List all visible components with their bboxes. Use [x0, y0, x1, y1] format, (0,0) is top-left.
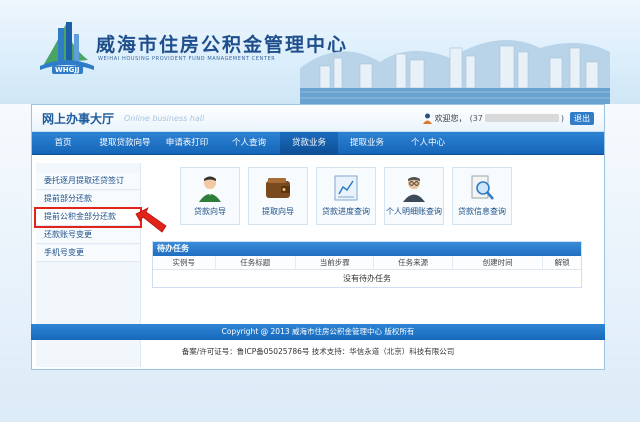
column-header: 实例号	[153, 256, 216, 269]
column-header: 任务来源	[374, 256, 453, 269]
nav-withdraw-business[interactable]: 提取业务	[338, 132, 396, 154]
sidebar-item-monthly-withdraw[interactable]: 委托逐月提取还贷签订	[36, 173, 140, 190]
site-english-title: WEIHAI HOUSING PROVIDENT FUND MANAGEMENT…	[98, 56, 276, 62]
column-header: 解锁	[554, 258, 570, 267]
user-area: 欢迎您， ( 37 ) 退出	[422, 111, 594, 125]
pending-tasks-empty: 没有待办任务	[343, 274, 391, 283]
column-header: 创建时间	[453, 256, 544, 269]
panel-subtitle: Online business hall	[124, 114, 205, 123]
logo-abbreviation: WHGJJ	[52, 66, 83, 74]
pending-tasks-panel: 待办任务 实例号 任务标题 当前步骤 任务来源 创建时间 解锁 没有待办任务	[152, 241, 582, 288]
nav-personal-query[interactable]: 个人查询	[218, 132, 280, 154]
person-glasses-icon	[403, 177, 425, 202]
nav-loan-guide[interactable]: 提取贷款向导	[94, 132, 156, 154]
red-arrow-icon	[135, 207, 167, 233]
quick-link-label: 提取向导	[262, 207, 294, 216]
pending-tasks-title: 待办任务	[153, 242, 581, 256]
footer-info: 备案/许可证号：鲁ICP备05025786号 技术支持：华信永道（北京）科技有限…	[181, 347, 455, 356]
quick-link-label: 贷款向导	[194, 207, 226, 216]
user-id-prefix: 37	[472, 113, 483, 123]
advisor-person-icon	[199, 176, 221, 202]
column-header: 当前步骤	[296, 256, 375, 269]
sidebar-item-early-partial-repay[interactable]: 提前部分还款	[36, 191, 140, 208]
sidebar-item-fund-partial-repay[interactable]: 提前公积金部分还款	[34, 207, 142, 228]
column-header: 任务标题	[216, 256, 296, 269]
quick-link-label: 个人明细账查询	[386, 207, 442, 216]
nav-home[interactable]: 首页	[32, 132, 94, 154]
quick-link-loan-info[interactable]: 贷款信息查询	[452, 167, 512, 225]
quick-links: 贷款向导 提取向导 贷款进度查询 个人明细账查询 贷款信息查询	[180, 167, 520, 225]
quick-link-loan-progress[interactable]: 贷款进度查询	[316, 167, 376, 225]
chart-document-icon	[334, 175, 358, 201]
user-icon	[422, 113, 432, 124]
quick-link-label: 贷款进度查询	[322, 207, 370, 216]
nav-personal-center[interactable]: 个人中心	[396, 132, 460, 154]
quick-link-loan-guide[interactable]: 贷款向导	[180, 167, 240, 225]
wallet-icon	[266, 178, 290, 198]
nav-form-print[interactable]: 申请表打印	[156, 132, 218, 154]
close-paren: )	[560, 113, 564, 123]
quick-link-label: 贷款信息查询	[458, 207, 506, 216]
pending-tasks-columns: 实例号 任务标题 当前步骤 任务来源 创建时间 解锁	[153, 256, 581, 270]
site-banner: WHGJJ 威海市住房公积金管理中心 WEIHAI HOUSING PROVID…	[0, 0, 640, 104]
panel-header: 网上办事大厅 Online business hall 欢迎您， ( 37 ) …	[32, 105, 604, 132]
quick-link-personal-ledger[interactable]: 个人明细账查询	[384, 167, 444, 225]
city-skyline-image	[300, 40, 610, 104]
welcome-text: 欢迎您，	[434, 113, 467, 123]
panel-title: 网上办事大厅	[42, 112, 115, 126]
redacted-user-id	[484, 114, 559, 122]
footer-copyright: Copyright @ 2013 威海市住房公积金管理中心 版权所有	[31, 324, 605, 340]
sidebar-item-phone-change[interactable]: 手机号变更	[36, 245, 140, 262]
quick-link-withdraw-guide[interactable]: 提取向导	[248, 167, 308, 225]
sidebar-item-repay-account-change[interactable]: 还款账号变更	[36, 227, 140, 244]
nav-loan-business[interactable]: 贷款业务	[280, 132, 338, 154]
main-nav: 首页 提取贷款向导 申请表打印 个人查询 贷款业务 提取业务 个人中心	[32, 132, 604, 155]
logout-button[interactable]: 退出	[570, 111, 594, 125]
magnifier-document-icon	[471, 175, 494, 200]
